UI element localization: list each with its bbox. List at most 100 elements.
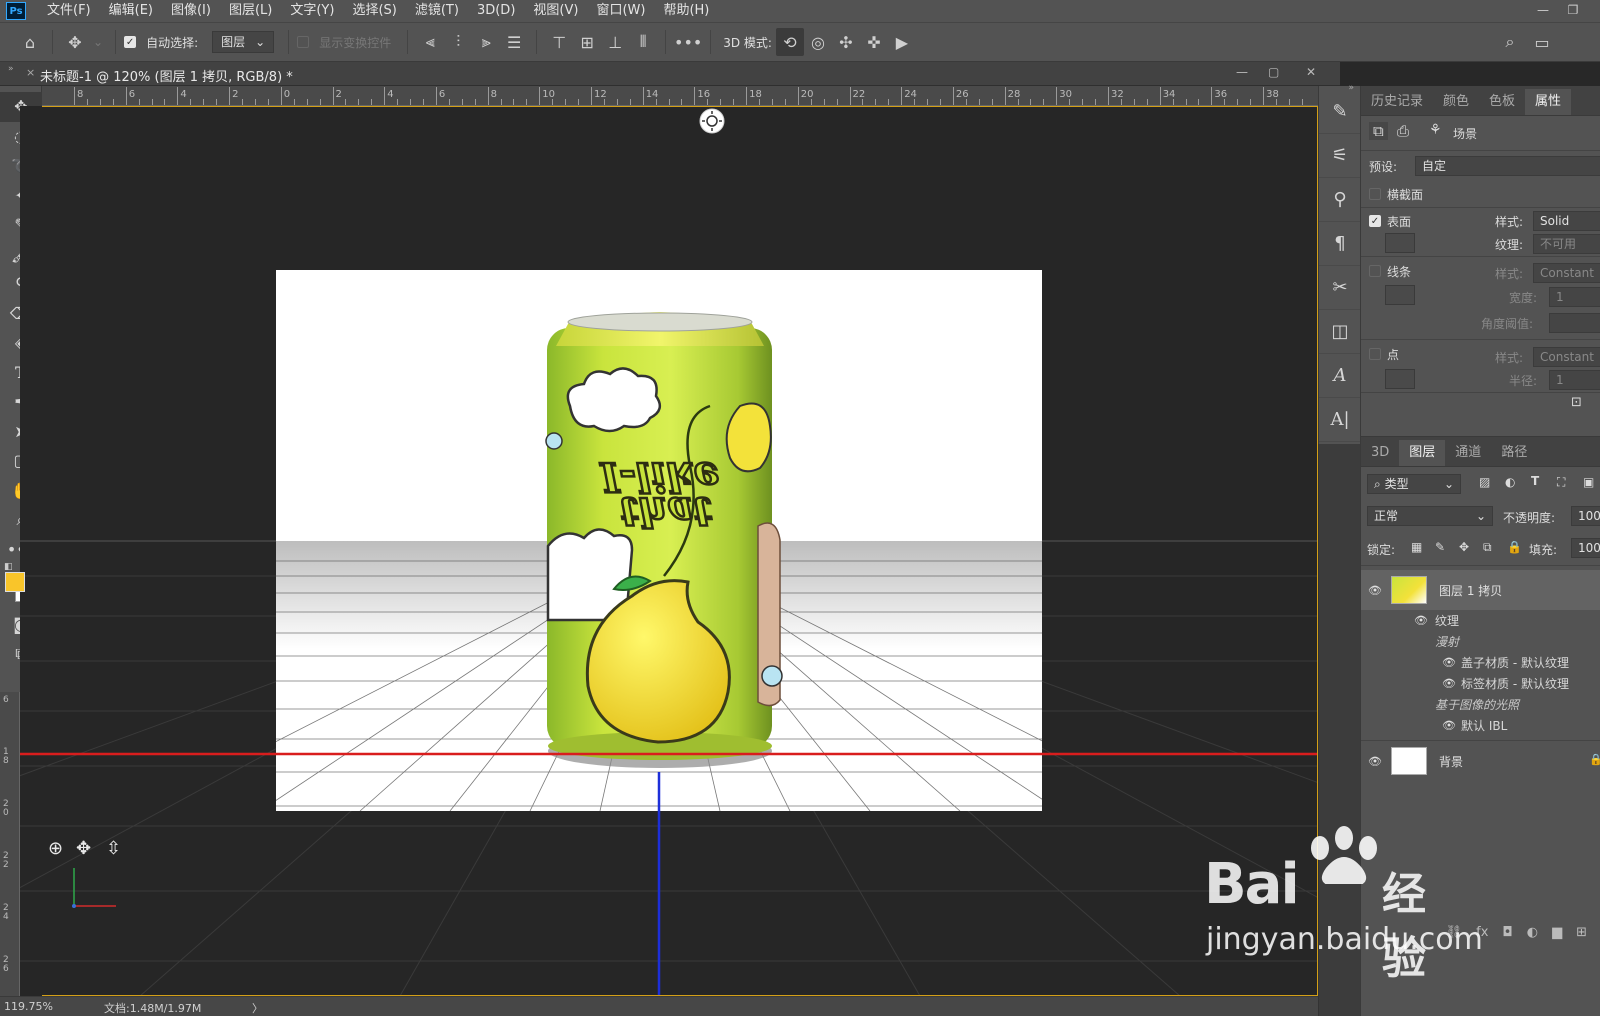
texture-group-row[interactable]: 👁 纹理	[1361, 610, 1600, 631]
clone-source-icon[interactable]: ⚲	[1319, 178, 1361, 222]
slide-3d-camera-icon[interactable]: ✜	[860, 28, 888, 56]
diffuse-group-row[interactable]: 漫射	[1361, 631, 1600, 652]
ibl-item-row[interactable]: 👁 默认 IBL	[1361, 715, 1600, 736]
show-transform-checkbox[interactable]	[297, 36, 310, 48]
visibility-eye-icon[interactable]: 👁	[1441, 719, 1457, 732]
visibility-eye-icon[interactable]: 👁	[1367, 584, 1383, 597]
blend-mode-dropdown[interactable]: 正常 ⌄	[1367, 506, 1493, 526]
layer-filter-dropdown[interactable]: ⌕ 类型 ⌄	[1367, 474, 1461, 494]
align-vcenter-icon[interactable]: ⊞	[573, 28, 601, 56]
character-icon[interactable]: A|	[1319, 398, 1361, 442]
render-settings-icon[interactable]: ⎙	[1397, 122, 1409, 140]
tab-properties[interactable]: 属性	[1525, 89, 1572, 115]
menu-layer[interactable]: 图层(L)	[220, 0, 281, 22]
filter-smart-object-icon[interactable]: ▣	[1583, 475, 1594, 489]
brush-settings-icon[interactable]: ✎	[1319, 90, 1361, 134]
paragraph-icon[interactable]: ¶	[1319, 222, 1361, 266]
pan-widget-icon[interactable]: ✥	[76, 838, 91, 859]
visibility-eye-icon[interactable]: 👁	[1413, 614, 1429, 627]
restore-icon[interactable]: ❐	[1560, 0, 1586, 22]
lock-position-icon[interactable]: ✥	[1459, 540, 1469, 554]
opacity-field[interactable]: 100%	[1571, 506, 1600, 526]
layer-row[interactable]: 👁 图层 1 拷贝	[1361, 570, 1600, 610]
orbit-3d-camera-icon[interactable]: ⟲	[775, 28, 804, 56]
tab-color[interactable]: 颜色	[1433, 89, 1479, 115]
workspace-icon[interactable]: ▭	[1528, 28, 1556, 56]
libraries-icon[interactable]: ◫	[1319, 310, 1361, 354]
layer-row[interactable]: 👁 背景 🔒	[1361, 741, 1600, 781]
slide-widget-icon[interactable]: ⇳	[106, 838, 121, 859]
preset-dropdown[interactable]: 自定	[1415, 156, 1600, 176]
points-checkbox[interactable]	[1369, 348, 1381, 360]
filter-shape-icon[interactable]: ⛶	[1557, 475, 1565, 490]
light-icon[interactable]	[699, 108, 725, 134]
tab-paths[interactable]: 路径	[1491, 440, 1537, 466]
new-group-icon[interactable]: ▆	[1552, 925, 1562, 940]
adjustment-layer-icon[interactable]: ◐	[1527, 925, 1538, 940]
more-options-icon[interactable]: •••	[674, 28, 702, 56]
filter-pixel-icon[interactable]: ▨	[1479, 475, 1490, 489]
lines-checkbox[interactable]	[1369, 265, 1381, 277]
zoom-3d-camera-icon[interactable]: ▶	[888, 28, 916, 56]
collapse-arrows-icon[interactable]: »	[8, 64, 14, 74]
align-left-icon[interactable]: ⫷	[416, 28, 444, 56]
tab-history[interactable]: 历史记录	[1361, 89, 1433, 115]
menu-file[interactable]: 文件(F)	[38, 0, 100, 22]
distribute-vertical-icon[interactable]: ☰	[500, 28, 528, 56]
3d-can-model[interactable]: I-like that	[545, 312, 783, 768]
layer-name[interactable]: 背景	[1439, 753, 1463, 770]
horizontal-ruler[interactable]: 8 6 4 2 0 2 4 6 8 10 12 14 16 18 20 22 24 26 28 30 32 34 36 38	[42, 86, 1318, 106]
pan-3d-camera-icon[interactable]: ✣	[832, 28, 860, 56]
lines-color-swatch[interactable]	[1385, 285, 1415, 305]
auto-select-target-dropdown[interactable]: 图层 ⌄	[212, 31, 275, 53]
search-icon[interactable]: ⌕	[1496, 28, 1524, 56]
glyphs-icon[interactable]: A	[1319, 354, 1361, 398]
points-style-dropdown[interactable]: Constant	[1533, 347, 1600, 367]
restore-document-icon[interactable]: ▢	[1268, 65, 1279, 79]
menu-type[interactable]: 文字(Y)	[281, 0, 343, 22]
foreground-color-swatch[interactable]	[5, 572, 25, 592]
zoom-level[interactable]: 119.75%	[4, 1000, 53, 1013]
points-radius-field[interactable]: 1	[1549, 370, 1600, 390]
lock-artboard-icon[interactable]: ⧉	[1483, 540, 1492, 555]
scene-icon[interactable]: ⧉	[1369, 122, 1388, 140]
ibl-group-row[interactable]: 基于图像的光照	[1361, 694, 1600, 715]
texture-item-row[interactable]: 👁 标签材质 - 默认纹理	[1361, 673, 1600, 694]
menu-select[interactable]: 选择(S)	[343, 0, 405, 22]
new-layer-icon[interactable]: ⊞	[1576, 925, 1587, 940]
visibility-eye-icon[interactable]: 👁	[1441, 677, 1457, 690]
default-colors-icon[interactable]: ◧	[4, 562, 13, 572]
render-icon[interactable]: ⊡	[1571, 395, 1582, 410]
texture-item-row[interactable]: 👁 盖子材质 - 默认纹理	[1361, 652, 1600, 673]
lines-width-field[interactable]: 1	[1549, 287, 1600, 307]
vertical-ruler[interactable]: 6 1 8 2 0 2 2 2 4 2 6	[0, 692, 20, 996]
tab-layers[interactable]: 图层	[1399, 440, 1446, 466]
camera-icon[interactable]: ⚘	[1429, 122, 1442, 138]
auto-select-checkbox[interactable]: ✓	[124, 36, 137, 48]
filter-adjustment-icon[interactable]: ◐	[1505, 475, 1515, 489]
3d-scene-canvas[interactable]: I-like that ⊕ ✥ ⇳	[20, 106, 1318, 996]
align-top-icon[interactable]: ⊤	[545, 28, 573, 56]
chevron-down-icon[interactable]: ⌄	[89, 35, 107, 49]
minimize-icon[interactable]: —	[1530, 0, 1556, 22]
distribute-horizontal-icon[interactable]: ⦀	[629, 28, 657, 56]
surface-style-dropdown[interactable]: Solid	[1533, 211, 1600, 231]
cross-section-checkbox[interactable]	[1369, 188, 1381, 200]
filter-type-icon[interactable]: T	[1531, 474, 1539, 488]
lock-all-icon[interactable]: 🔒	[1507, 540, 1522, 554]
menu-help[interactable]: 帮助(H)	[654, 0, 718, 22]
minimize-document-icon[interactable]: —	[1236, 65, 1248, 79]
menu-view[interactable]: 视图(V)	[524, 0, 587, 22]
close-document-icon[interactable]: ✕	[1306, 65, 1316, 79]
lines-style-dropdown[interactable]: Constant	[1533, 263, 1600, 283]
3d-axis-widget[interactable]: ⊕ ✥ ⇳	[48, 838, 121, 908]
menu-3d[interactable]: 3D(D)	[468, 0, 524, 22]
menu-window[interactable]: 窗口(W)	[587, 0, 654, 22]
close-tab-icon[interactable]: ×	[26, 66, 35, 79]
roll-3d-camera-icon[interactable]: ◎	[804, 28, 832, 56]
align-hcenter-icon[interactable]: ⫶	[444, 28, 472, 56]
surface-checkbox[interactable]: ✓	[1369, 215, 1381, 227]
orbit-widget-icon[interactable]: ⊕	[48, 838, 63, 859]
menu-edit[interactable]: 编辑(E)	[100, 0, 162, 22]
layer-name[interactable]: 图层 1 拷贝	[1439, 582, 1502, 599]
